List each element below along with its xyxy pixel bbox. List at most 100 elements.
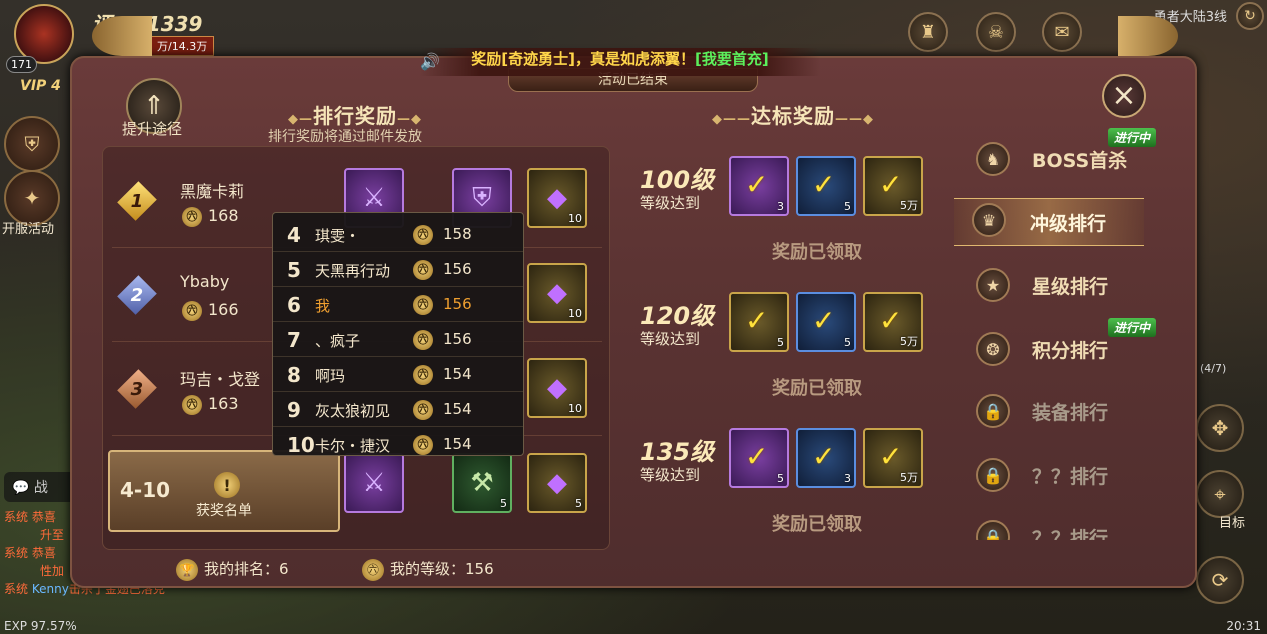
level-icon: ㊅ xyxy=(182,300,202,321)
swirl-icon: ❂ xyxy=(976,332,1010,366)
tab-equipment-ranking[interactable]: 🔒 装备排行 xyxy=(976,390,1176,434)
auto-icon[interactable]: ⟳ xyxy=(1196,556,1244,604)
list-item: 5 天黑再行动㊅ 156 xyxy=(273,252,523,287)
skull-icon[interactable]: ☠ xyxy=(976,12,1016,52)
ore-reward-icon[interactable]: ✓ 5 xyxy=(796,292,856,352)
scroll-icon[interactable]: ✉ xyxy=(1042,12,1082,52)
purple-crystal-reward-icon[interactable]: ✓ 3 xyxy=(729,156,789,216)
helmet-icon[interactable]: ⛨ xyxy=(4,116,60,172)
purple-gem-reward-icon[interactable]: ◆ 10 xyxy=(527,168,587,228)
level-icon: ㊅ xyxy=(413,365,433,385)
winners-list-label[interactable]: 获奖名单 xyxy=(196,500,252,520)
milestone-level: 135级 xyxy=(640,438,715,466)
player-level: ㊅ 166 xyxy=(182,300,239,321)
my-level: ㊅我的等级：156 xyxy=(362,558,494,581)
gauntlet-reward-icon[interactable]: ⚔ xyxy=(344,453,404,513)
player-avatar[interactable] xyxy=(14,4,74,64)
broadcast-banner: 奖励[奇迹勇士]，真是如虎添翼！[我要首充] xyxy=(420,48,820,76)
my-rank: 🏆 我的排名：6 xyxy=(176,558,289,581)
player-name: 玛吉・戈登 xyxy=(180,370,261,389)
lock-icon: 🔒 xyxy=(976,458,1010,492)
check-icon: ✓ xyxy=(879,304,903,337)
purple-gem-reward-icon[interactable]: ◆ 10 xyxy=(527,358,587,418)
blue-crystal-reward-icon[interactable]: ✓ 5 xyxy=(729,428,789,488)
right-horn-decoration xyxy=(1118,16,1178,56)
level-icon: ㊅ xyxy=(413,435,433,455)
milestone-sub: 等级达到 xyxy=(640,330,701,348)
check-icon: ✓ xyxy=(812,168,836,201)
demon-icon: ♞ xyxy=(976,142,1010,176)
rank-badge: 1 xyxy=(117,181,157,221)
arrow-up-icon: ⇑ xyxy=(143,91,165,121)
level-icon: ㊅ xyxy=(413,260,433,280)
list-item: 8 啊玛㊅ 154 xyxy=(273,357,523,392)
tab-points-ranking[interactable]: ❂ 积分排行 进行中 xyxy=(976,318,1176,372)
player-level: 171 xyxy=(6,56,37,73)
tab-star-ranking[interactable]: ★ 星级排行 xyxy=(976,264,1176,308)
left-horn-decoration xyxy=(92,16,152,56)
green-ore-reward-icon[interactable]: ✓ 3 xyxy=(796,428,856,488)
check-icon: ✓ xyxy=(879,168,903,201)
gold-coin-reward-icon[interactable]: ✓ 5万 xyxy=(863,428,923,488)
exclamation-icon: ! xyxy=(214,472,240,498)
raise-path-label[interactable]: 提升途径 xyxy=(122,118,182,139)
list-item: 9 灰太狼初见㊅ 154 xyxy=(273,392,523,427)
milestone-level: 100级 xyxy=(640,166,715,194)
compass-icon[interactable]: ✥ xyxy=(1196,404,1244,452)
close-icon: × xyxy=(1111,78,1137,113)
check-icon: ✓ xyxy=(812,440,836,473)
tab-level-ranking[interactable]: ♛ 冲级排行 xyxy=(954,198,1144,246)
claimed-label: 奖励已领取 xyxy=(772,514,862,535)
close-button[interactable]: × xyxy=(1102,74,1146,118)
milestone-sub: 等级达到 xyxy=(640,194,701,212)
vip-badge[interactable]: VIP 4 xyxy=(20,78,61,94)
target-icon[interactable]: ⌖ xyxy=(1196,470,1244,518)
level-icon: ㊅ xyxy=(413,330,433,350)
gold-coin-reward-icon[interactable]: ✓ 5万 xyxy=(863,292,923,352)
level-icon: ㊅ xyxy=(413,400,433,420)
list-item-self: 6 我㊅ 156 xyxy=(273,287,523,322)
castle-icon[interactable]: ♜ xyxy=(908,12,948,52)
tab-boss-first-kill[interactable]: ♞ BOSS首杀 进行中 xyxy=(976,128,1176,182)
list-item: 10 卡尔・捷汉㊅ 154 xyxy=(273,427,523,455)
target-label[interactable]: 目标 xyxy=(1219,512,1245,531)
hammer-reward-icon[interactable]: ⚒ 5 xyxy=(452,453,512,513)
in-progress-badge: 进行中 xyxy=(1107,318,1156,337)
first-recharge-link[interactable]: [我要首充] xyxy=(695,50,769,68)
clock: 20:31 xyxy=(1226,619,1261,633)
check-icon: ✓ xyxy=(745,168,769,201)
trophy-icon: ♛ xyxy=(972,203,1006,237)
level-icon: ㊅ xyxy=(413,225,433,245)
side-counter: (4/7) xyxy=(1200,362,1227,375)
ore-reward-icon[interactable]: ✓ 5 xyxy=(796,156,856,216)
check-icon: ✓ xyxy=(745,304,769,337)
winners-popup: 4 琪雯・㊅ 158 5 天黑再行动㊅ 156 6 我㊅ 156 7 、疯子㊅ 156 8 啊玛㊅… xyxy=(272,212,524,456)
player-level: ㊅ 168 xyxy=(182,206,239,227)
chat-icon: 💬 xyxy=(12,480,30,496)
gold-crystal-reward-icon[interactable]: ✓ 5 xyxy=(729,292,789,352)
trophy-icon: 🏆 xyxy=(176,558,198,581)
refresh-icon[interactable]: ↻ xyxy=(1236,2,1264,30)
tab-locked-ranking[interactable]: 🔒 ？？排行 xyxy=(976,516,1176,540)
list-item: 7 、疯子㊅ 156 xyxy=(273,322,523,357)
rank-range-row[interactable]: 4-10 ! 获奖名单 xyxy=(108,450,340,532)
level-icon: ㊅ xyxy=(413,295,433,315)
purple-gem-reward-icon[interactable]: ◆ 5 xyxy=(527,453,587,513)
star-icon: ★ xyxy=(976,268,1010,302)
claimed-label: 奖励已领取 xyxy=(772,242,862,263)
purple-gem-reward-icon[interactable]: ◆ 10 xyxy=(527,263,587,323)
player-level: ㊅ 163 xyxy=(182,394,239,415)
in-progress-badge: 进行中 xyxy=(1107,128,1156,147)
rank-badge: 2 xyxy=(117,275,157,315)
check-icon: ✓ xyxy=(745,440,769,473)
open-event-label[interactable]: 开服活动 xyxy=(2,218,54,237)
gold-coin-reward-icon[interactable]: ✓ 5万 xyxy=(863,156,923,216)
milestone-title: ◆——达标奖励——◆ xyxy=(712,104,874,128)
level-icon: ㊅ xyxy=(182,394,202,415)
power-bar: 万/14.3万 xyxy=(150,36,215,56)
level-icon: ㊅ xyxy=(182,206,202,227)
tab-locked-ranking[interactable]: 🔒 ？？排行 xyxy=(976,454,1176,498)
exp-bar: EXP 97.57% xyxy=(4,619,77,633)
milestone-level: 120级 xyxy=(640,302,715,330)
player-name: 黑魔卡莉 xyxy=(180,182,245,201)
